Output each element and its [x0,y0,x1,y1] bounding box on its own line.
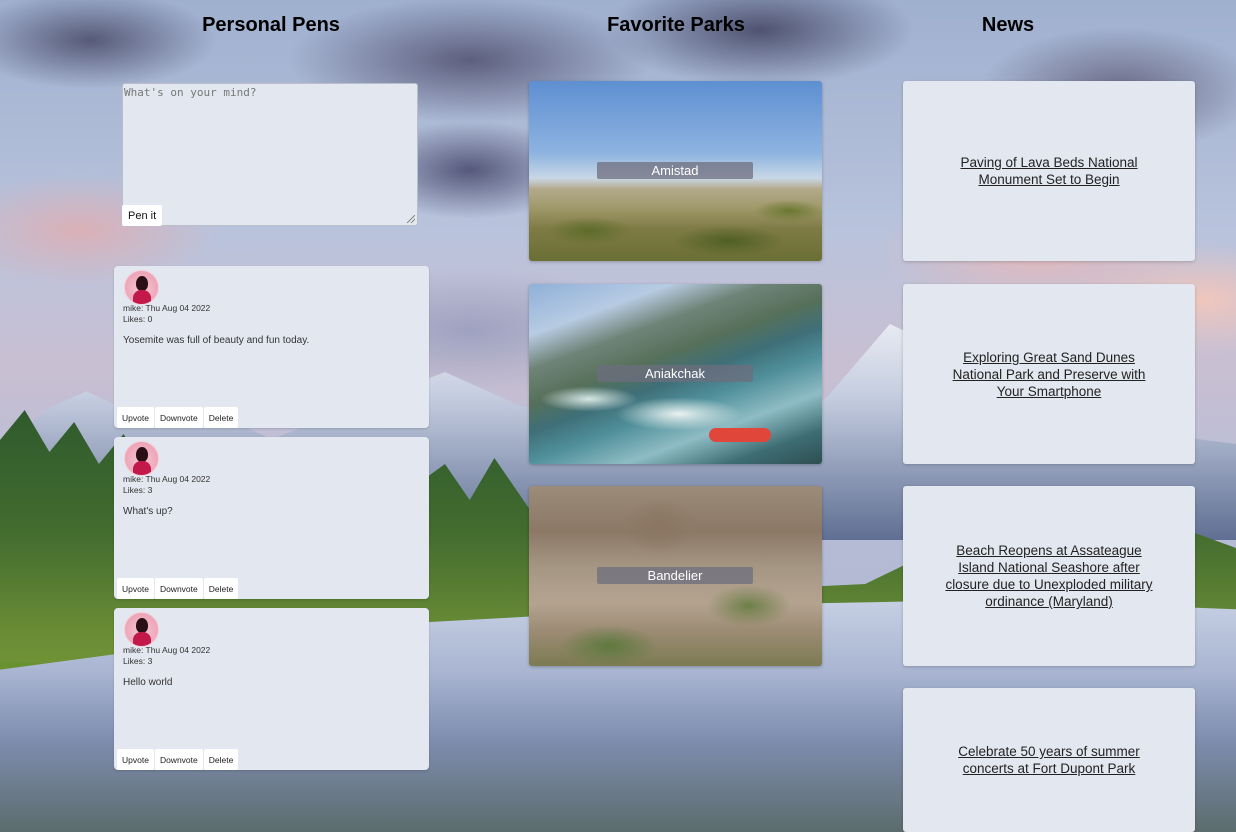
post-author-date: mike: Thu Aug 04 2022 [123,645,211,655]
personal-pens-heading: Personal Pens [202,14,340,36]
downvote-button[interactable]: Downvote [154,749,203,770]
upvote-button[interactable]: Upvote [117,407,154,428]
post-author-date: mike: Thu Aug 04 2022 [123,303,211,313]
upvote-button[interactable]: Upvote [117,578,154,599]
news-card: Paving of Lava Beds National Monument Se… [903,81,1195,261]
downvote-button[interactable]: Downvote [154,578,203,599]
post-card: mike: Thu Aug 04 2022 Likes: 0 Yosemite … [114,266,429,428]
news-card: Celebrate 50 years of summer concerts at… [903,688,1195,832]
downvote-button[interactable]: Downvote [154,407,203,428]
news-link[interactable]: Paving of Lava Beds National Monument Se… [942,154,1156,188]
post-meta: mike: Thu Aug 04 2022 Likes: 3 [123,645,210,667]
park-card-aniakchak[interactable]: Aniakchak [529,284,822,464]
post-likes: Likes: 0 [123,314,153,324]
pen-composer [122,83,418,226]
news-link[interactable]: Beach Reopens at Assateague Island Natio… [942,542,1156,610]
post-card: mike: Thu Aug 04 2022 Likes: 3 Hello wor… [114,608,429,770]
pen-input[interactable] [123,84,417,225]
raft-graphic [709,428,771,442]
post-actions: Upvote Downvote Delete [117,749,239,770]
avatar [124,270,159,305]
resize-grip-icon[interactable] [407,215,415,223]
post-card: mike: Thu Aug 04 2022 Likes: 3 What's up… [114,437,429,599]
delete-button[interactable]: Delete [203,407,239,428]
news-heading: News [981,14,1035,36]
news-link[interactable]: Celebrate 50 years of summer concerts at… [942,743,1156,777]
delete-button[interactable]: Delete [203,749,239,770]
park-card-amistad[interactable]: Amistad [529,81,822,261]
park-name: Bandelier [597,567,753,584]
post-meta: mike: Thu Aug 04 2022 Likes: 3 [123,474,210,496]
upvote-button[interactable]: Upvote [117,749,154,770]
news-card: Exploring Great Sand Dunes National Park… [903,284,1195,464]
favorite-parks-heading: Favorite Parks [607,14,745,36]
post-body: What's up? [123,506,173,517]
post-likes: Likes: 3 [123,485,153,495]
post-likes: Likes: 3 [123,656,153,666]
park-card-bandelier[interactable]: Bandelier [529,486,822,666]
avatar [124,612,159,647]
post-body: Hello world [123,677,173,688]
post-body: Yosemite was full of beauty and fun toda… [123,335,310,346]
park-name: Aniakchak [597,365,753,382]
news-link[interactable]: Exploring Great Sand Dunes National Park… [942,349,1156,400]
avatar [124,441,159,476]
post-meta: mike: Thu Aug 04 2022 Likes: 0 [123,303,210,325]
post-actions: Upvote Downvote Delete [117,578,239,599]
pen-it-button[interactable]: Pen it [122,205,163,226]
post-author-date: mike: Thu Aug 04 2022 [123,474,211,484]
post-actions: Upvote Downvote Delete [117,407,239,428]
park-name: Amistad [597,162,753,179]
news-card: Beach Reopens at Assateague Island Natio… [903,486,1195,666]
delete-button[interactable]: Delete [203,578,239,599]
